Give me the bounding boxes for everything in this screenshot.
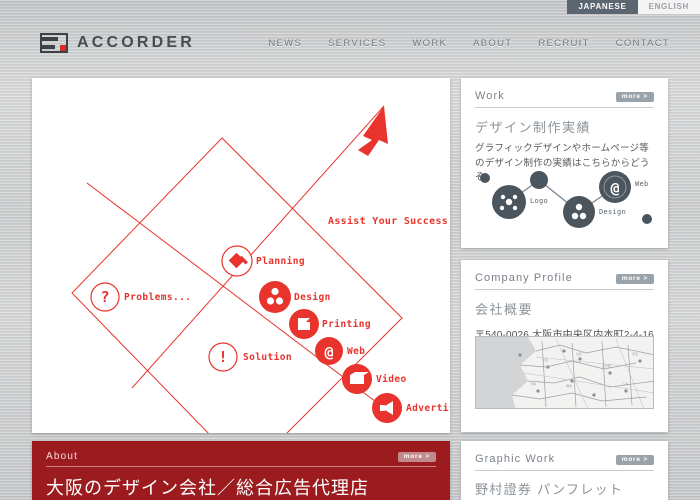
hero-label-advertising: Advertising — [406, 403, 450, 414]
graphic-panel-title: Graphic Work — [475, 453, 556, 465]
work-dot-small-1 — [480, 173, 490, 183]
work-dot-medium — [530, 171, 548, 189]
logo[interactable]: ACCORDER — [40, 33, 195, 53]
profile-jp-subtitle: 会社概要 — [475, 302, 534, 317]
svg-text:湾岸: 湾岸 — [530, 381, 536, 386]
about-more-button[interactable]: more > — [397, 451, 436, 462]
work-label-logo: Logo — [530, 197, 549, 205]
work-diagram: @ Logo Design Web — [467, 162, 667, 236]
svg-text:八尾: 八尾 — [622, 382, 628, 386]
hero-label-problems: Problems... — [124, 292, 192, 303]
hero-tagline: Assist Your Success! — [328, 216, 450, 227]
work-panel-title: Work — [475, 90, 505, 102]
node-printing[interactable] — [289, 309, 319, 339]
work-panel-header: Work more > — [475, 90, 654, 108]
work-label-web: Web — [635, 180, 649, 188]
nav-item-about[interactable]: ABOUT — [473, 38, 512, 49]
work-more-button[interactable]: more > — [615, 91, 654, 102]
work-node-design[interactable] — [563, 196, 595, 228]
node-solution: ! — [208, 342, 238, 372]
about-heading: 大阪のデザイン会社／総合広告代理店 — [46, 478, 369, 498]
work-jp-subtitle: デザイン制作実績 — [475, 120, 592, 135]
profile-panel-title: Company Profile — [475, 272, 573, 284]
node-advertising[interactable] — [372, 393, 402, 423]
nav-item-services[interactable]: SERVICES — [328, 38, 386, 49]
arrow-head-icon — [358, 106, 388, 156]
svg-text:奈良: 奈良 — [632, 351, 638, 356]
hero-panel: ? ! @ Assist Your Success! Problems... S… — [32, 78, 450, 433]
hero-label-solution: Solution — [243, 352, 292, 363]
work-dot-small-2 — [642, 214, 652, 224]
main-navigation: NEWS SERVICES WORK ABOUT RECRUIT CONTACT — [268, 38, 670, 49]
hero-label-web: Web — [347, 346, 366, 357]
hero-label-design: Design — [294, 292, 331, 303]
lang-button-english[interactable]: ENGLISH — [637, 0, 700, 14]
nav-item-work[interactable]: WORK — [412, 38, 447, 49]
hero-label-printing: Printing — [322, 319, 371, 330]
about-panel-header: About more > — [46, 451, 436, 467]
at-icon: @ — [324, 343, 333, 361]
logo-mark-icon — [40, 33, 68, 53]
node-problems: ? — [90, 282, 120, 312]
work-node-logo[interactable] — [492, 185, 526, 219]
graphic-more-button[interactable]: more > — [615, 454, 654, 465]
svg-text:堺市: 堺市 — [566, 383, 572, 388]
company-profile-panel: Company Profile more > 会社概要 〒540-0026 大阪… — [461, 260, 668, 432]
language-switcher: JAPANESE ENGLISH — [567, 0, 700, 14]
hero-label-planning: Planning — [256, 256, 305, 267]
svg-text:!: ! — [218, 348, 227, 366]
profile-more-button[interactable]: more > — [615, 273, 654, 284]
work-panel: Work more > デザイン制作実績 グラフィックデザインやホームページ等の… — [461, 78, 668, 248]
node-design[interactable] — [259, 281, 291, 313]
lang-button-japanese[interactable]: JAPANESE — [567, 0, 638, 14]
svg-text:@: @ — [610, 179, 619, 197]
nav-item-recruit[interactable]: RECRUIT — [538, 38, 589, 49]
graphic-work-panel: Graphic Work more > 野村證券 パンフレット — [461, 441, 668, 500]
graphic-panel-header: Graphic Work more > — [475, 453, 654, 471]
location-map[interactable]: 大阪 北区 東大阪 堺市 八尾 湾岸 奈良 — [475, 336, 654, 409]
about-panel[interactable]: About more > 大阪のデザイン会社／総合広告代理店 — [32, 441, 450, 500]
logo-text: ACCORDER — [77, 34, 196, 51]
nav-item-contact[interactable]: CONTACT — [616, 38, 670, 49]
page-root: JAPANESE ENGLISH ACCORDER NEWS SERVICES … — [0, 0, 700, 500]
node-planning[interactable] — [221, 245, 253, 277]
nav-item-news[interactable]: NEWS — [268, 38, 302, 49]
node-web[interactable]: @ — [315, 337, 343, 365]
node-video[interactable] — [342, 364, 372, 394]
hero-label-video: Video — [376, 374, 407, 385]
svg-text:大阪: 大阪 — [542, 357, 548, 362]
work-node-web[interactable]: @ — [599, 171, 631, 203]
graphic-jp-subtitle: 野村證券 パンフレット — [475, 482, 624, 497]
svg-text:東大阪: 東大阪 — [602, 363, 611, 368]
svg-text:北区: 北区 — [576, 351, 582, 356]
printer-icon — [298, 318, 310, 330]
work-label-design: Design — [599, 208, 627, 216]
profile-panel-header: Company Profile more > — [475, 272, 654, 290]
content-area: ? ! @ Assist Your Success! Problems... S… — [0, 78, 700, 500]
svg-text:?: ? — [100, 288, 109, 306]
site-header: ACCORDER NEWS SERVICES WORK ABOUT RECRUI… — [0, 14, 700, 72]
about-panel-title: About — [46, 451, 79, 462]
